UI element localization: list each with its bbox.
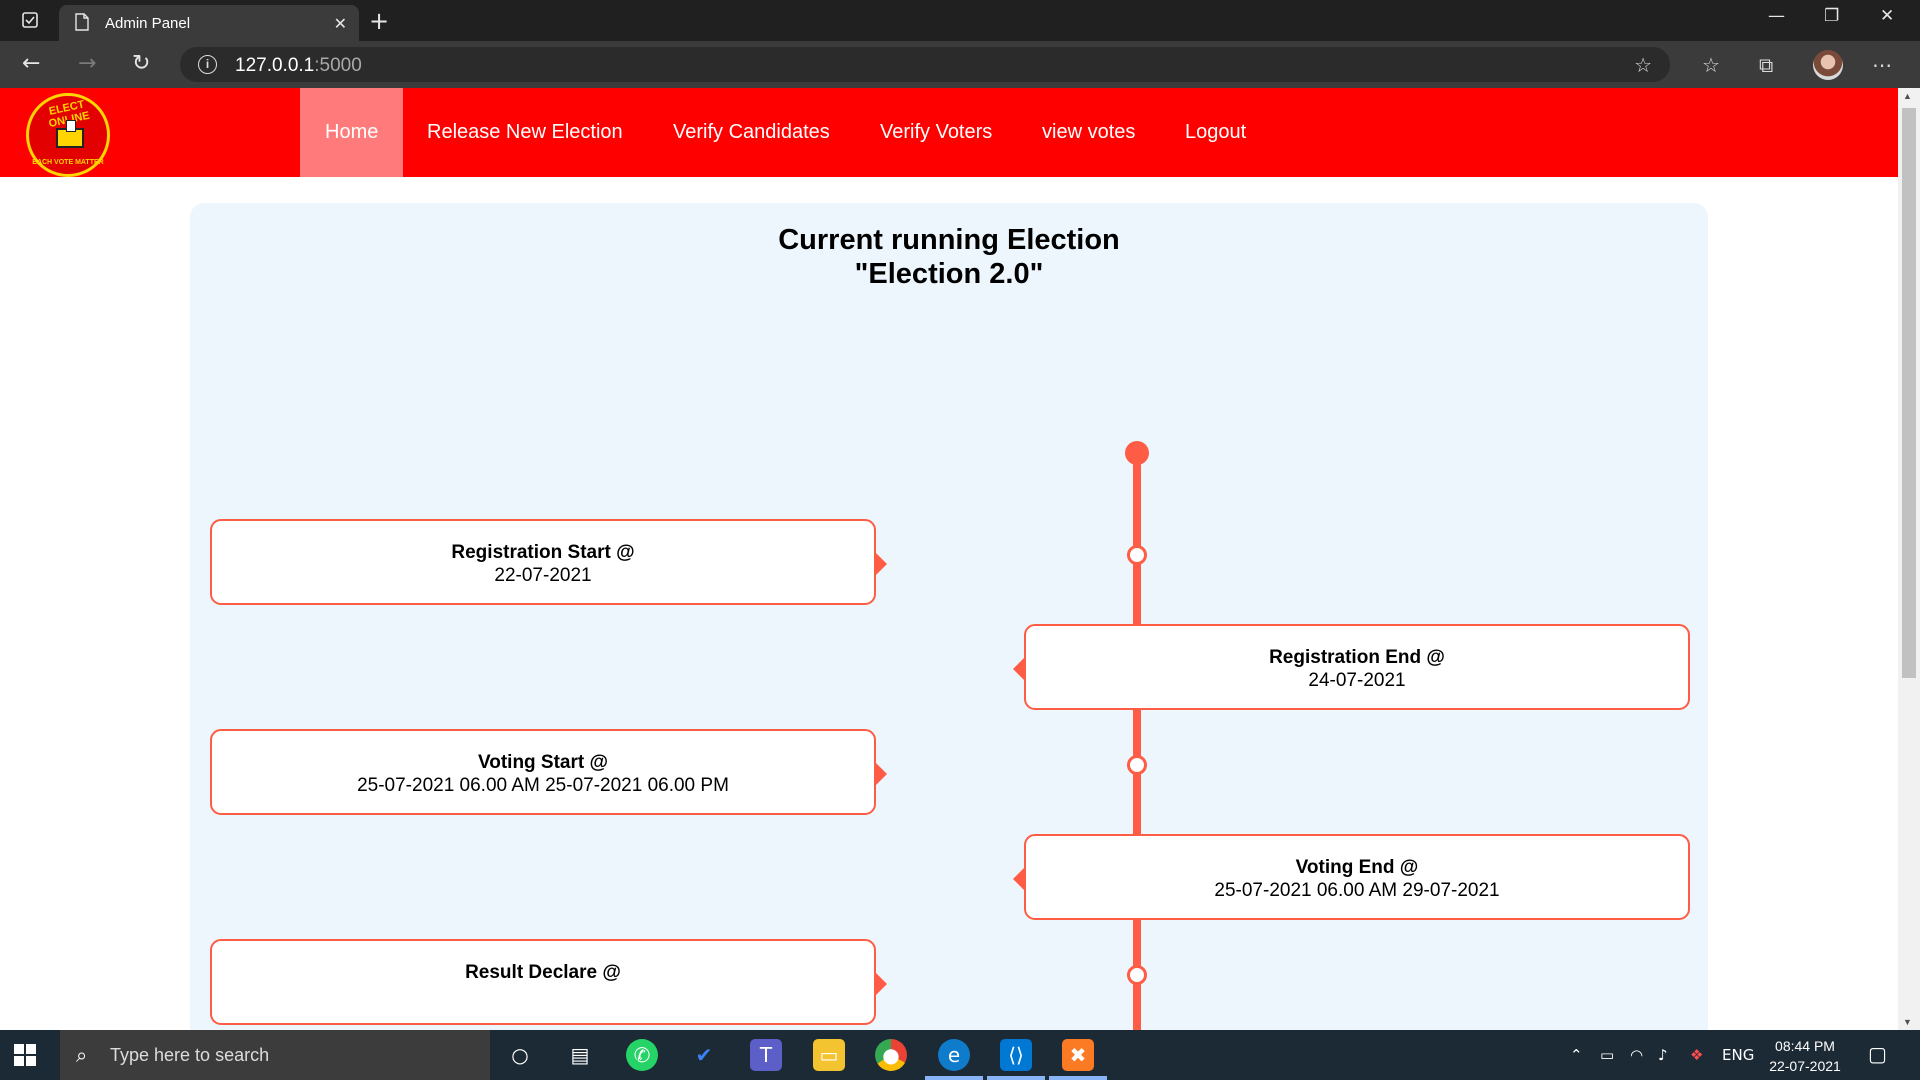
timeline-dot [1127, 545, 1147, 565]
battery-icon[interactable]: ▭ [1600, 1046, 1614, 1064]
scroll-up-icon[interactable]: ▲ [1903, 91, 1912, 101]
profile-avatar[interactable] [1813, 50, 1843, 80]
page-viewport: ELECT ONLINE EACH VOTE MATTER Home Relea… [0, 88, 1898, 1030]
refresh-icon[interactable]: ↻ [132, 51, 150, 76]
xampp-icon[interactable]: ✖ [1062, 1039, 1094, 1071]
page-title: Current running Election "Election 2.0" [778, 224, 1120, 290]
browser-tab-bar: Admin Panel ✕ + — ❐ ✕ [0, 0, 1920, 41]
search-icon: ⌕ [76, 1043, 88, 1067]
nav-view-votes[interactable]: view votes [1017, 88, 1160, 177]
page-icon [75, 13, 89, 36]
restore-icon[interactable]: ❐ [1824, 6, 1839, 26]
scroll-thumb[interactable] [1902, 108, 1916, 678]
cortana-icon[interactable]: ○ [504, 1039, 536, 1071]
file-explorer-icon[interactable]: ▭ [813, 1039, 845, 1071]
timeline-line [1133, 453, 1141, 1030]
collections-icon[interactable]: ⧉ [1759, 53, 1773, 77]
timeline-dot [1127, 755, 1147, 775]
whatsapp-icon[interactable]: ✆ [626, 1039, 658, 1071]
address-bar: ← → ↻ i 127.0.0.1:5000 ☆ ☆ ⧉ ⋯ [0, 41, 1920, 88]
registration-start-card: Registration Start @ 22-07-2021 [210, 519, 887, 605]
windows-start-icon[interactable] [14, 1044, 36, 1066]
elect-online-logo[interactable]: ELECT ONLINE EACH VOTE MATTER [26, 93, 110, 177]
voting-end-card: Voting End @ 25-07-2021 06.00 AM 29-07-2… [1013, 834, 1690, 920]
app-tray-icon[interactable]: ❖ [1690, 1046, 1703, 1064]
result-declare-card: Result Declare @ [210, 939, 887, 1025]
nav-home[interactable]: Home [300, 88, 404, 177]
vscode-icon[interactable]: ⟨⟩ [1000, 1039, 1032, 1071]
favorites-icon[interactable]: ☆ [1702, 53, 1720, 77]
election-panel: Current running Election "Election 2.0" … [190, 203, 1708, 1030]
tab-actions-icon[interactable] [14, 8, 46, 32]
url-text: 127.0.0.1:5000 [235, 55, 362, 76]
info-icon[interactable]: i [198, 55, 217, 74]
show-hidden-icons-icon[interactable]: ⌃ [1570, 1046, 1583, 1064]
browser-tab[interactable]: Admin Panel ✕ [59, 5, 359, 41]
language-indicator[interactable]: ENG [1722, 1046, 1754, 1064]
scroll-down-icon[interactable]: ▼ [1903, 1017, 1912, 1027]
voting-start-card: Voting Start @ 25-07-2021 06.00 AM 25-07… [210, 729, 887, 815]
new-tab-icon[interactable]: + [369, 7, 389, 35]
forward-icon[interactable]: → [78, 51, 96, 76]
wifi-icon[interactable]: ◠ [1630, 1046, 1643, 1064]
volume-icon[interactable]: ♪ [1658, 1046, 1668, 1064]
tab-title: Admin Panel [105, 15, 191, 32]
add-favorite-icon[interactable]: ☆ [1634, 53, 1652, 77]
notification-icon[interactable]: ▢ [1868, 1042, 1887, 1066]
task-view-icon[interactable]: ▤ [564, 1039, 596, 1071]
timeline-start-dot [1125, 441, 1149, 465]
teams-icon[interactable]: T [750, 1039, 782, 1071]
minimize-icon[interactable]: — [1768, 6, 1785, 26]
top-navbar: ELECT ONLINE EACH VOTE MATTER Home Relea… [0, 88, 1898, 177]
chrome-icon[interactable]: ● [875, 1039, 907, 1071]
taskbar-search-input[interactable]: ⌕ Type here to search [60, 1030, 490, 1080]
active-app-indicator [987, 1076, 1045, 1080]
page-scrollbar[interactable]: ▲ ▼ [1898, 88, 1920, 1030]
url-input[interactable]: i 127.0.0.1:5000 ☆ [180, 47, 1670, 82]
close-window-icon[interactable]: ✕ [1880, 6, 1894, 26]
active-app-indicator [925, 1076, 983, 1080]
active-app-indicator [1049, 1076, 1107, 1080]
nav-verify-voters[interactable]: Verify Voters [855, 88, 1017, 177]
more-options-icon[interactable]: ⋯ [1872, 53, 1892, 77]
nav-release-new-election[interactable]: Release New Election [402, 88, 648, 177]
ballot-box-icon [56, 120, 84, 148]
nav-logout[interactable]: Logout [1160, 88, 1271, 177]
nav-verify-candidates[interactable]: Verify Candidates [648, 88, 855, 177]
back-icon[interactable]: ← [22, 51, 40, 76]
windows-taskbar: ⌕ Type here to search ○ ▤ ✆ ✔ T ▭ ● e ⟨⟩… [0, 1030, 1920, 1080]
taskbar-clock[interactable]: 08:44 PM 22-07-2021 [1765, 1036, 1845, 1076]
registration-end-card: Registration End @ 24-07-2021 [1013, 624, 1690, 710]
edge-icon[interactable]: e [938, 1039, 970, 1071]
close-tab-icon[interactable]: ✕ [334, 14, 347, 34]
timeline-dot [1127, 965, 1147, 985]
todo-icon[interactable]: ✔ [688, 1039, 720, 1071]
